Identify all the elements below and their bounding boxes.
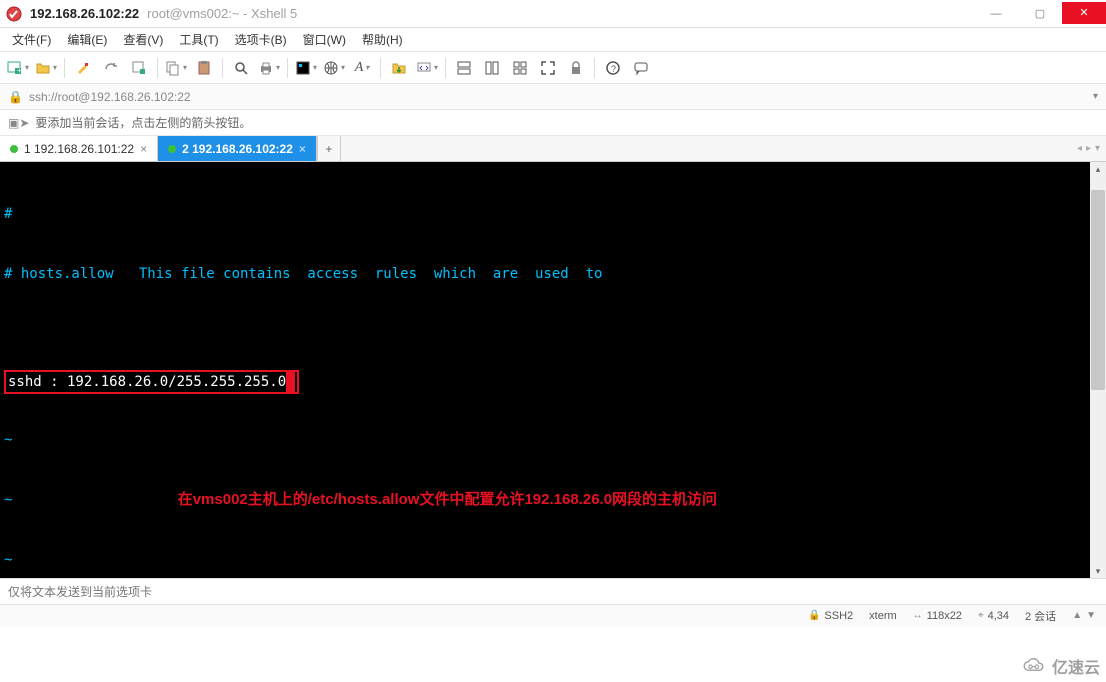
tab-session-2[interactable]: 2 192.168.26.102:22 × [158, 136, 317, 161]
title-app: root@vms002:~ - Xshell 5 [147, 6, 297, 21]
add-session-icon[interactable]: ▣➤ [8, 116, 29, 130]
tab-label: 1 192.168.26.101:22 [24, 142, 134, 156]
transfer-button[interactable] [415, 56, 439, 80]
svg-text:?: ? [611, 64, 616, 74]
open-button[interactable] [34, 56, 58, 80]
tile-vertical-button[interactable] [480, 56, 504, 80]
minimize-button[interactable]: — [974, 2, 1018, 26]
separator [594, 58, 595, 78]
watermark: 亿速云 [1020, 654, 1100, 678]
tab-menu-icon[interactable]: ▾ [1095, 143, 1100, 154]
status-dot-icon [10, 145, 18, 153]
lock-button[interactable] [564, 56, 588, 80]
copy-button[interactable] [164, 56, 188, 80]
xftp-button[interactable] [387, 56, 411, 80]
feedback-button[interactable] [629, 56, 653, 80]
cloud-icon [1020, 656, 1048, 676]
highlight-button[interactable] [71, 56, 95, 80]
color-scheme-button[interactable] [294, 56, 318, 80]
lock-icon: 🔒 [808, 610, 820, 621]
tab-next-icon[interactable]: ▸ [1086, 143, 1091, 154]
paste-button[interactable] [192, 56, 216, 80]
status-size: ↔118x22 [913, 610, 962, 622]
address-bar[interactable]: 🔒 ssh://root@192.168.26.102:22 ▾ [0, 84, 1106, 110]
app-icon [6, 6, 22, 22]
status-protocol: 🔒SSH2 [808, 610, 853, 622]
lock-icon: 🔒 [8, 90, 23, 104]
new-session-button[interactable]: + [6, 56, 30, 80]
address-dropdown-icon[interactable]: ▾ [1093, 91, 1098, 102]
session-hint-text: 要添加当前会话，点击左侧的箭头按钮。 [35, 114, 251, 131]
menu-tabs[interactable]: 选项卡(B) [227, 29, 295, 50]
scroll-up-icon[interactable]: ▴ [1090, 162, 1106, 176]
fullscreen-button[interactable] [536, 56, 560, 80]
cursor [286, 372, 295, 392]
title-host: 192.168.26.102:22 [30, 6, 139, 21]
menu-edit[interactable]: 编辑(E) [59, 29, 115, 50]
address-text: ssh://root@192.168.26.102:22 [29, 90, 1093, 104]
tab-session-1[interactable]: 1 192.168.26.101:22 × [0, 136, 158, 161]
terminal-highlight-line: sshd : 192.168.26.0/255.255.255.0 [4, 370, 1102, 390]
tile-horizontal-button[interactable] [452, 56, 476, 80]
menu-tools[interactable]: 工具(T) [171, 29, 226, 50]
maximize-button[interactable]: ▢ [1018, 2, 1062, 26]
status-menu[interactable]: ▲▼ [1072, 610, 1096, 621]
cursor-icon: ⌖ [978, 610, 984, 621]
terminal-annotation: ~ 在vms002主机上的/etc/hosts.allow文件中配置允许192.… [4, 490, 1102, 510]
status-sessions: 2 会话 [1025, 608, 1056, 624]
tab-label: 2 192.168.26.102:22 [182, 142, 293, 156]
close-button[interactable]: ✕ [1062, 2, 1106, 24]
terminal[interactable]: # # hosts.allow This file contains acces… [0, 162, 1106, 578]
new-tab-button[interactable]: + [317, 136, 341, 161]
find-button[interactable] [229, 56, 253, 80]
separator [445, 58, 446, 78]
tab-close-icon[interactable]: × [299, 142, 306, 156]
status-bar: 🔒SSH2 xterm ↔118x22 ⌖4,34 2 会话 ▲▼ [0, 604, 1106, 626]
encoding-button[interactable] [322, 56, 346, 80]
session-hint-bar: ▣➤ 要添加当前会话，点击左侧的箭头按钮。 [0, 110, 1106, 136]
separator [380, 58, 381, 78]
scroll-down-icon[interactable]: ▾ [1090, 564, 1106, 578]
terminal-line: # [4, 204, 1102, 224]
terminal-line: # hosts.allow This file contains access … [4, 264, 1102, 284]
tile-grid-button[interactable] [508, 56, 532, 80]
menu-view[interactable]: 查看(V) [115, 29, 171, 50]
menubar: 文件(F) 编辑(E) 查看(V) 工具(T) 选项卡(B) 窗口(W) 帮助(… [0, 28, 1106, 52]
help-button[interactable]: ? [601, 56, 625, 80]
tab-strip: 1 192.168.26.101:22 × 2 192.168.26.102:2… [0, 136, 1106, 162]
updown-icon: ▲ [1072, 610, 1082, 621]
separator [287, 58, 288, 78]
terminal-tilde: ~ [4, 550, 1102, 570]
menu-window[interactable]: 窗口(W) [295, 29, 354, 50]
updown-icon: ▼ [1086, 610, 1096, 621]
properties-button[interactable] [127, 56, 151, 80]
toolbar: + A ? [0, 52, 1106, 84]
font-button[interactable]: A [350, 56, 374, 80]
status-dot-icon [168, 145, 176, 153]
terminal-tilde: ~ [4, 430, 1102, 450]
send-input-bar [0, 578, 1106, 604]
svg-text:+: + [17, 66, 22, 75]
send-input[interactable] [8, 585, 1098, 599]
reconnect-button[interactable] [99, 56, 123, 80]
tab-prev-icon[interactable]: ◂ [1077, 143, 1082, 154]
status-termtype: xterm [869, 610, 897, 622]
tab-close-icon[interactable]: × [140, 142, 147, 156]
separator [157, 58, 158, 78]
separator [222, 58, 223, 78]
print-button[interactable] [257, 56, 281, 80]
status-cursor: ⌖4,34 [978, 610, 1009, 622]
menu-file[interactable]: 文件(F) [4, 29, 59, 50]
scroll-thumb[interactable] [1091, 190, 1105, 390]
resize-icon: ↔ [913, 610, 923, 621]
vertical-scrollbar[interactable]: ▴ ▾ [1090, 162, 1106, 578]
titlebar: 192.168.26.102:22 root@vms002:~ - Xshell… [0, 0, 1106, 28]
separator [64, 58, 65, 78]
tab-nav: ◂ ▸ ▾ [1071, 136, 1106, 161]
menu-help[interactable]: 帮助(H) [354, 29, 411, 50]
